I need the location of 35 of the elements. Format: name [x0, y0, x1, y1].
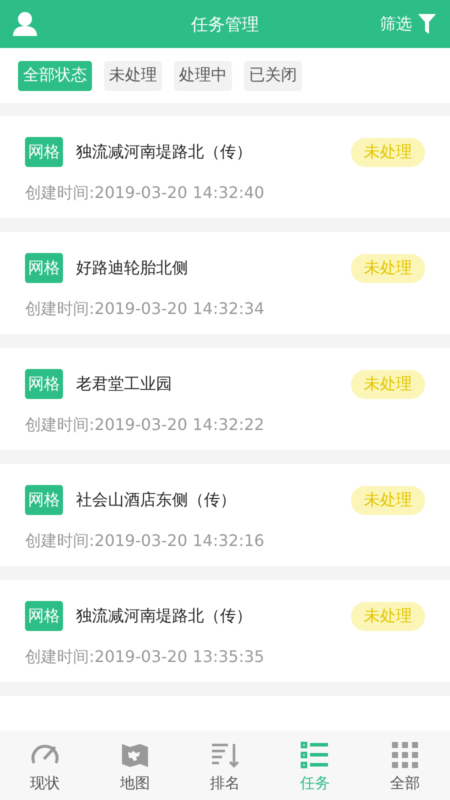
status-badge: 未处理 [351, 602, 425, 630]
nav-tab[interactable]: 全部 [360, 731, 450, 800]
nav-tab[interactable]: 地图 [90, 731, 180, 800]
page-title: 任务管理 [191, 14, 259, 36]
task-title: 社会山酒店东侧（传） [76, 490, 237, 510]
task-card[interactable]: 网格 老君堂工业园 未处理 创建时间:2019-03-20 14:32:22 [0, 348, 450, 450]
created-time: 创建时间:2019-03-20 14:32:16 [25, 531, 266, 552]
created-time: 创建时间:2019-03-20 14:32:22 [25, 415, 266, 436]
nav-tab[interactable]: 现状 [0, 731, 90, 800]
nav-tab[interactable]: 排名 [180, 731, 270, 800]
status-filter-tab[interactable]: 已关闭 [244, 60, 302, 90]
status-badge: 未处理 [351, 138, 425, 166]
created-time: 创建时间:2019-03-20 14:32:34 [25, 299, 266, 320]
category-tag: 网格 [25, 253, 63, 283]
created-time: 创建时间:2019-03-20 14:32:40 [25, 183, 266, 204]
status-badge: 未处理 [351, 370, 425, 398]
task-card[interactable]: 网格 社会山酒店东侧（传） 未处理 创建时间:2019-03-20 14:32:16 [0, 464, 450, 566]
task-title: 独流减河南堤路北（传） [76, 606, 253, 626]
filter-icon [418, 14, 436, 34]
status-filter-tab[interactable]: 未处理 [104, 60, 162, 90]
status-badge: 未处理 [351, 486, 425, 514]
created-time: 创建时间:2019-03-20 13:35:35 [25, 647, 266, 668]
category-tag: 网格 [25, 137, 63, 167]
task-card[interactable]: 网格 好路迪轮胎北侧 未处理 创建时间:2019-03-20 14:32:34 [0, 232, 450, 334]
category-tag: 网格 [25, 369, 63, 399]
task-card[interactable]: 网格 独流减河南堤路北（传） 未处理 创建时间:2019-03-20 13:35:35 [0, 580, 450, 682]
user-icon[interactable] [12, 11, 38, 37]
status-filter-tab[interactable]: 处理中 [174, 60, 232, 90]
task-title: 独流减河南堤路北（传） [76, 142, 253, 162]
status-badge: 未处理 [351, 254, 425, 282]
category-tag: 网格 [25, 601, 63, 631]
task-title: 老君堂工业园 [76, 374, 173, 394]
task-card[interactable]: 网格 独流减河南堤路北（传） 未处理 创建时间:2019-03-20 14:32:40 [0, 116, 450, 218]
category-tag: 网格 [25, 485, 63, 515]
task-title: 好路迪轮胎北侧 [76, 258, 189, 278]
